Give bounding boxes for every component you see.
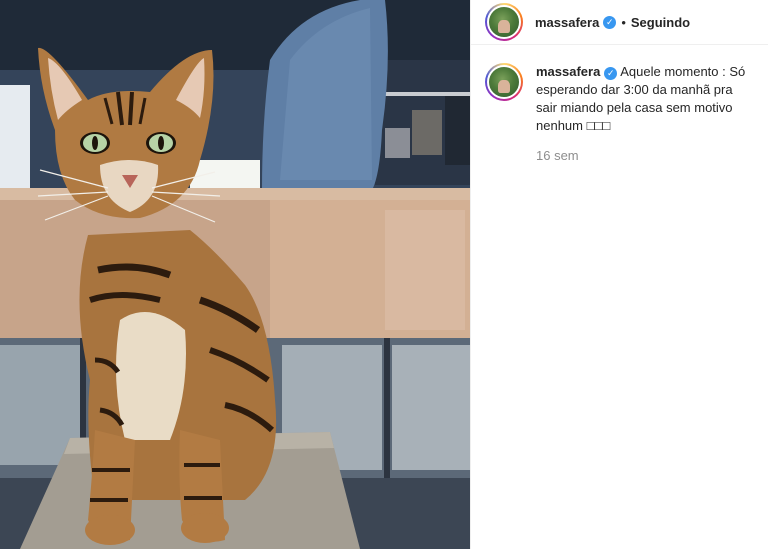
post-header: massafera ✓ • Seguindo bbox=[471, 0, 768, 45]
verified-badge-icon: ✓ bbox=[604, 67, 618, 80]
separator-dot: • bbox=[621, 14, 626, 30]
caption-username-link[interactable]: massafera bbox=[536, 64, 600, 79]
avatar-image bbox=[487, 5, 521, 39]
caption-text-block: massafera ✓ Aquele momento : Só esperando… bbox=[536, 63, 754, 135]
caption-comment: massafera ✓ Aquele momento : Só esperando… bbox=[471, 45, 768, 163]
post-timestamp[interactable]: 16 sem bbox=[536, 148, 754, 163]
caption-column: massafera ✓ Aquele momento : Só esperando… bbox=[536, 63, 754, 163]
verified-badge-icon: ✓ bbox=[603, 15, 617, 29]
author-avatar[interactable] bbox=[485, 3, 523, 41]
author-username-link[interactable]: massafera bbox=[535, 15, 599, 30]
post-side-panel: massafera ✓ • Seguindo massafera ✓ Aquele… bbox=[470, 0, 768, 549]
instagram-post: massafera ✓ • Seguindo massafera ✓ Aquele… bbox=[0, 0, 768, 549]
bengal-cat-photo bbox=[0, 0, 470, 549]
caption-emoji: □□□ bbox=[586, 118, 611, 133]
following-button[interactable]: Seguindo bbox=[631, 15, 690, 30]
caption-author-avatar[interactable] bbox=[485, 63, 523, 101]
post-photo[interactable] bbox=[0, 0, 470, 549]
avatar-image bbox=[487, 65, 521, 99]
